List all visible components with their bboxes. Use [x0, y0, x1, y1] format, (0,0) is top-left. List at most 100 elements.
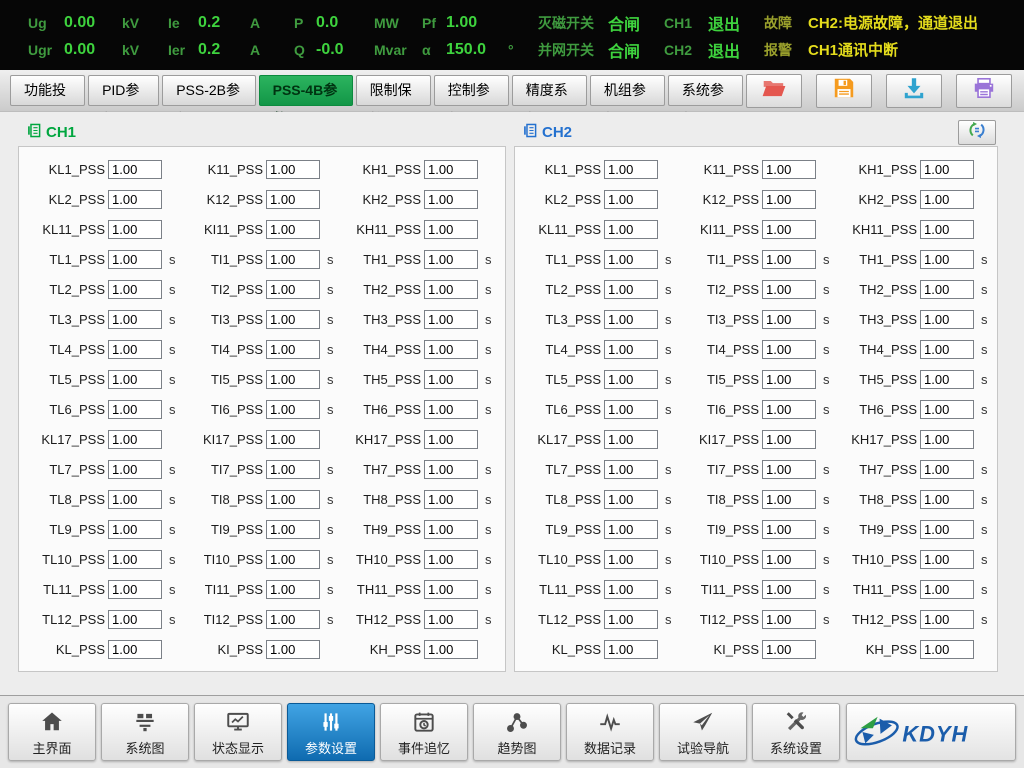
param-input-TI9_PSS[interactable] — [266, 520, 320, 539]
nav-item-data-record[interactable]: 数据记录 — [566, 703, 654, 761]
param-input-TH8_PSS[interactable] — [920, 490, 974, 509]
param-input-TH2_PSS[interactable] — [920, 280, 974, 299]
param-input-TH12_PSS[interactable] — [424, 610, 478, 629]
tab-item[interactable]: 限制保护 — [356, 75, 431, 106]
param-input-TH5_PSS[interactable] — [920, 370, 974, 389]
param-input-TI5_PSS[interactable] — [266, 370, 320, 389]
param-input-TL12_PSS[interactable] — [108, 610, 162, 629]
param-input-KL_PSS[interactable] — [604, 640, 658, 659]
param-input-TH1_PSS[interactable] — [424, 250, 478, 269]
param-input-TI3_PSS[interactable] — [762, 310, 816, 329]
param-input-TH7_PSS[interactable] — [424, 460, 478, 479]
param-input-KL17_PSS[interactable] — [604, 430, 658, 449]
param-input-TL3_PSS[interactable] — [604, 310, 658, 329]
param-input-KH_PSS[interactable] — [920, 640, 974, 659]
param-input-TH7_PSS[interactable] — [920, 460, 974, 479]
tab-item[interactable]: PSS-2B参数 — [162, 75, 255, 106]
param-input-KI17_PSS[interactable] — [266, 430, 320, 449]
param-input-TH11_PSS[interactable] — [920, 580, 974, 599]
param-input-KI11_PSS[interactable] — [762, 220, 816, 239]
param-input-KL11_PSS[interactable] — [604, 220, 658, 239]
param-input-KL_PSS[interactable] — [108, 640, 162, 659]
param-input-TI1_PSS[interactable] — [266, 250, 320, 269]
param-input-TH4_PSS[interactable] — [424, 340, 478, 359]
param-input-KH11_PSS[interactable] — [424, 220, 478, 239]
param-input-TH3_PSS[interactable] — [920, 310, 974, 329]
nav-item-main-screen[interactable]: 主界面 — [8, 703, 96, 761]
param-input-TH8_PSS[interactable] — [424, 490, 478, 509]
param-input-KI_PSS[interactable] — [762, 640, 816, 659]
param-input-TL10_PSS[interactable] — [108, 550, 162, 569]
param-input-KL17_PSS[interactable] — [108, 430, 162, 449]
param-input-TI12_PSS[interactable] — [266, 610, 320, 629]
param-input-TL1_PSS[interactable] — [108, 250, 162, 269]
param-input-K12_PSS[interactable] — [266, 190, 320, 209]
param-input-TL8_PSS[interactable] — [604, 490, 658, 509]
param-input-KL1_PSS[interactable] — [604, 160, 658, 179]
param-input-TL2_PSS[interactable] — [108, 280, 162, 299]
param-input-TH9_PSS[interactable] — [424, 520, 478, 539]
param-input-KI_PSS[interactable] — [266, 640, 320, 659]
param-input-TH1_PSS[interactable] — [920, 250, 974, 269]
param-input-TH12_PSS[interactable] — [920, 610, 974, 629]
param-input-TL12_PSS[interactable] — [604, 610, 658, 629]
tab-item[interactable]: 功能投退 — [10, 75, 85, 106]
param-input-TL3_PSS[interactable] — [108, 310, 162, 329]
param-input-TH4_PSS[interactable] — [920, 340, 974, 359]
param-input-KH17_PSS[interactable] — [424, 430, 478, 449]
param-input-TL2_PSS[interactable] — [604, 280, 658, 299]
tab-item[interactable]: 机组参数 — [590, 75, 665, 106]
param-input-KL11_PSS[interactable] — [108, 220, 162, 239]
param-input-TL8_PSS[interactable] — [108, 490, 162, 509]
kdyh-logo[interactable]: KDYH — [846, 703, 1016, 761]
param-input-KH2_PSS[interactable] — [920, 190, 974, 209]
nav-item-test-navigation[interactable]: 试验导航 — [659, 703, 747, 761]
param-input-K11_PSS[interactable] — [266, 160, 320, 179]
nav-item-parameter-settings[interactable]: 参数设置 — [287, 703, 375, 761]
param-input-TL5_PSS[interactable] — [108, 370, 162, 389]
param-input-TI9_PSS[interactable] — [762, 520, 816, 539]
param-input-KH1_PSS[interactable] — [424, 160, 478, 179]
param-input-TH9_PSS[interactable] — [920, 520, 974, 539]
param-input-KH1_PSS[interactable] — [920, 160, 974, 179]
param-input-K12_PSS[interactable] — [762, 190, 816, 209]
export-button[interactable] — [886, 74, 942, 108]
nav-item-system-diagram[interactable]: 系统图 — [101, 703, 189, 761]
param-input-TL1_PSS[interactable] — [604, 250, 658, 269]
nav-item-status-display[interactable]: 状态显示 — [194, 703, 282, 761]
param-input-KL2_PSS[interactable] — [108, 190, 162, 209]
param-input-TI3_PSS[interactable] — [266, 310, 320, 329]
print-button[interactable] — [956, 74, 1012, 108]
param-input-TI11_PSS[interactable] — [762, 580, 816, 599]
param-input-TI4_PSS[interactable] — [762, 340, 816, 359]
param-input-TL11_PSS[interactable] — [108, 580, 162, 599]
param-input-TI10_PSS[interactable] — [762, 550, 816, 569]
param-input-KH17_PSS[interactable] — [920, 430, 974, 449]
tab-item[interactable]: 控制参数 — [434, 75, 509, 106]
tab-item[interactable]: PID参数 — [88, 75, 159, 106]
tab-item[interactable]: PSS-4B参数 — [259, 75, 353, 106]
nav-item-trend-chart[interactable]: 趋势图 — [473, 703, 561, 761]
param-input-TI12_PSS[interactable] — [762, 610, 816, 629]
sync-button[interactable] — [958, 120, 996, 145]
param-input-KH2_PSS[interactable] — [424, 190, 478, 209]
param-input-TI7_PSS[interactable] — [762, 460, 816, 479]
param-input-TI11_PSS[interactable] — [266, 580, 320, 599]
param-input-KI11_PSS[interactable] — [266, 220, 320, 239]
param-input-TI8_PSS[interactable] — [266, 490, 320, 509]
save-button[interactable] — [816, 74, 872, 108]
param-input-KL2_PSS[interactable] — [604, 190, 658, 209]
param-input-TH5_PSS[interactable] — [424, 370, 478, 389]
param-input-TI1_PSS[interactable] — [762, 250, 816, 269]
param-input-TL7_PSS[interactable] — [604, 460, 658, 479]
param-input-TH10_PSS[interactable] — [920, 550, 974, 569]
param-input-K11_PSS[interactable] — [762, 160, 816, 179]
param-input-TI2_PSS[interactable] — [266, 280, 320, 299]
param-input-TH10_PSS[interactable] — [424, 550, 478, 569]
param-input-TH11_PSS[interactable] — [424, 580, 478, 599]
param-input-TH6_PSS[interactable] — [424, 400, 478, 419]
param-input-TI8_PSS[interactable] — [762, 490, 816, 509]
tab-item[interactable]: 系统参数 — [668, 75, 743, 106]
param-input-TL9_PSS[interactable] — [604, 520, 658, 539]
nav-item-event-recall[interactable]: 事件追忆 — [380, 703, 468, 761]
